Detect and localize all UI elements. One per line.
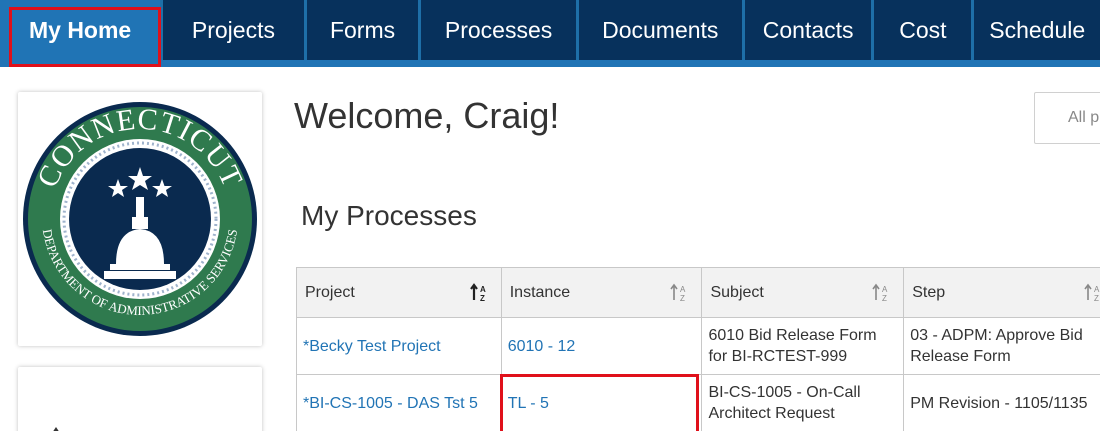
filter-dropdown[interactable]: All p: [1034, 92, 1100, 144]
department-seal-logo: CONNECTICUT DEPARTMENT OF ADMINISTRATIVE…: [23, 102, 257, 336]
tab-projects[interactable]: Projects: [163, 0, 304, 60]
step-cell: PM Revision - 1105/1135: [903, 374, 1100, 431]
card-partial-icon: [53, 427, 59, 431]
nav-tabs: My Home Projects Forms Processes Documen…: [0, 0, 1100, 60]
tab-documents[interactable]: Documents: [578, 0, 742, 60]
svg-text:Z: Z: [1094, 294, 1099, 303]
column-label: Subject: [710, 283, 764, 301]
welcome-heading: Welcome, Craig!: [294, 95, 560, 136]
subject-cell: 6010 Bid Release Form for BI-RCTEST-999: [701, 317, 905, 375]
svg-text:A: A: [480, 285, 486, 294]
subject-cell: BI-CS-1005 - On-Call Architect Request: [701, 374, 905, 431]
svg-text:Z: Z: [680, 294, 685, 303]
tab-forms[interactable]: Forms: [306, 0, 419, 60]
project-link[interactable]: *BI-CS-1005 - DAS Tst 5: [296, 374, 502, 431]
step-cell: 03 - ADPM: Approve Bid Release Form: [903, 317, 1100, 375]
column-header-instance[interactable]: Instance A Z: [500, 267, 703, 318]
my-processes-title: My Processes: [301, 200, 477, 231]
column-label: Step: [912, 283, 946, 301]
column-header-project[interactable]: Project A Z: [296, 267, 502, 318]
tab-my-home[interactable]: My Home: [0, 0, 161, 60]
instance-link[interactable]: TL - 5: [500, 374, 703, 431]
sort-icon[interactable]: A Z: [1083, 282, 1100, 304]
svg-text:Z: Z: [480, 294, 485, 303]
column-label: Project: [305, 283, 355, 301]
sort-icon[interactable]: A Z: [669, 282, 691, 304]
filter-text: All p: [1068, 109, 1100, 126]
svg-text:A: A: [882, 285, 888, 294]
tab-contacts[interactable]: Contacts: [744, 0, 872, 60]
column-header-subject[interactable]: Subject A Z: [701, 267, 905, 318]
sort-active-icon[interactable]: A Z: [469, 282, 491, 304]
secondary-card: [18, 367, 262, 431]
project-link[interactable]: *Becky Test Project: [296, 317, 502, 375]
instance-link[interactable]: 6010 - 12: [500, 317, 703, 375]
svg-text:Z: Z: [882, 294, 887, 303]
table-row: *BI-CS-1005 - DAS Tst 5 TL - 5 BI-CS-100…: [296, 374, 1100, 431]
svg-text:A: A: [680, 285, 686, 294]
tab-processes[interactable]: Processes: [421, 0, 576, 60]
nav-underline: [0, 60, 1100, 67]
processes-table: Project A Z Instance A Z Subject A Z Ste…: [296, 267, 1100, 431]
tab-schedule[interactable]: Schedule: [974, 0, 1100, 60]
logo-card: CONNECTICUT DEPARTMENT OF ADMINISTRATIVE…: [18, 92, 262, 346]
sort-icon[interactable]: A Z: [871, 282, 893, 304]
tab-cost[interactable]: Cost: [874, 0, 972, 60]
column-header-step[interactable]: Step A Z: [903, 267, 1100, 318]
svg-text:A: A: [1094, 285, 1100, 294]
column-label: Instance: [509, 283, 571, 301]
table-header-row: Project A Z Instance A Z Subject A Z Ste…: [296, 267, 1100, 318]
top-navigation: My Home Projects Forms Processes Documen…: [0, 0, 1100, 67]
table-row: *Becky Test Project 6010 - 12 6010 Bid R…: [296, 317, 1100, 375]
